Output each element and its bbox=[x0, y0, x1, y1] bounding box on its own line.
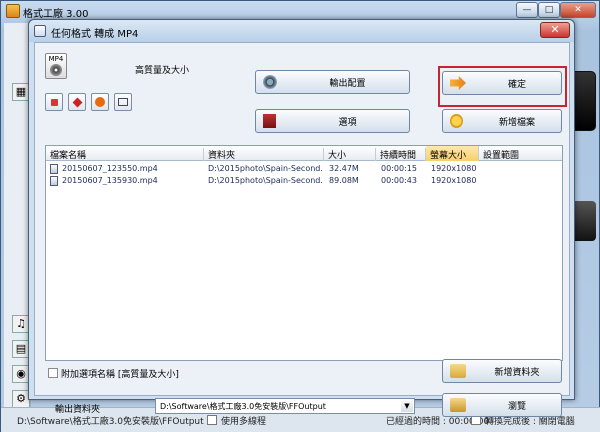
ok-label: 確定 bbox=[507, 79, 526, 90]
add-folder-button[interactable]: 新增資料夾 bbox=[442, 359, 562, 383]
multithread-checkbox[interactable] bbox=[207, 415, 217, 425]
dialog-body: MP4 高質量及大小 輸出配置 確定 選項 新增檔案 檔案名稱 資料夾 大小 持… bbox=[34, 42, 570, 417]
cell-size: 32.47M bbox=[329, 164, 359, 173]
maximize-button[interactable]: □ bbox=[538, 2, 560, 18]
cell-duration: 00:00:43 bbox=[381, 176, 417, 185]
category-sidebar: ▦ ♫ ▤ ◉ ⚙ bbox=[4, 23, 31, 408]
add-folder-label: 新增資料夾 bbox=[494, 367, 540, 378]
close-button[interactable]: ✕ bbox=[560, 2, 596, 18]
ok-button[interactable]: 確定 bbox=[442, 71, 562, 95]
output-folder-value: D:\Software\格式工廠3.0免安裝版\FFOutput bbox=[160, 402, 326, 411]
info-icon bbox=[118, 98, 128, 106]
mp4-format-icon: MP4 bbox=[45, 53, 67, 79]
cell-duration: 00:00:15 bbox=[381, 164, 417, 173]
options-label: 選項 bbox=[338, 117, 357, 128]
app-icon bbox=[6, 4, 20, 18]
col-header-filename[interactable]: 檔案名稱 bbox=[46, 148, 204, 161]
col-header-size[interactable]: 大小 bbox=[324, 148, 376, 161]
convert-dialog: 任何格式 轉成 MP4 ✕ MP4 高質量及大小 輸出配置 確定 選項 新增檔案 bbox=[28, 19, 575, 417]
cell-folder: D:\2015photo\Spain-Second... bbox=[208, 164, 322, 173]
minimize-button[interactable]: — bbox=[516, 2, 538, 18]
table-row[interactable]: 20150607_123550.mp4 D:\2015photo\Spain-S… bbox=[46, 163, 562, 175]
cell-screen-size: 1920x1080 bbox=[431, 164, 477, 173]
output-config-icon bbox=[263, 75, 277, 89]
disc-icon bbox=[50, 64, 62, 76]
col-header-screen-size[interactable]: 螢幕大小 bbox=[426, 146, 479, 161]
append-option-checkbox[interactable] bbox=[48, 368, 58, 378]
append-option-label: 附加選項名稱 [高質量及大小] bbox=[61, 370, 179, 380]
col-header-duration[interactable]: 持續時間 bbox=[376, 148, 426, 161]
dialog-close-button[interactable]: ✕ bbox=[540, 22, 570, 38]
multithread-label: 使用多線程 bbox=[221, 417, 267, 427]
play-button[interactable] bbox=[91, 93, 109, 111]
clear-icon bbox=[72, 97, 83, 108]
col-header-range[interactable]: 設置範圍 bbox=[479, 148, 562, 161]
output-folder-select[interactable]: D:\Software\格式工廠3.0免安裝版\FFOutput ▼ bbox=[155, 398, 415, 414]
video-file-icon bbox=[50, 176, 58, 186]
browse-label: 瀏覽 bbox=[507, 401, 526, 412]
remove-icon bbox=[51, 99, 58, 106]
main-window-title: 格式工廠 3.00 bbox=[23, 9, 89, 20]
cell-folder: D:\2015photo\Spain-Second... bbox=[208, 176, 322, 185]
dialog-titlebar: 任何格式 轉成 MP4 ✕ bbox=[29, 20, 574, 42]
ok-arrow-icon bbox=[450, 76, 466, 90]
file-list-table[interactable]: 檔案名稱 資料夾 大小 持續時間 螢幕大小 設置範圍 20150607_1235… bbox=[45, 145, 563, 361]
main-titlebar: 格式工廠 3.00 — □ ✕ bbox=[1, 1, 600, 21]
video-file-icon bbox=[50, 164, 58, 174]
cell-size: 89.08M bbox=[329, 176, 359, 185]
table-header: 檔案名稱 資料夾 大小 持續時間 螢幕大小 設置範圍 bbox=[46, 146, 562, 161]
chevron-down-icon[interactable]: ▼ bbox=[401, 400, 413, 412]
output-config-button[interactable]: 輸出配置 bbox=[255, 70, 410, 94]
browse-button[interactable]: 瀏覽 bbox=[442, 393, 562, 417]
clear-list-button[interactable] bbox=[68, 93, 86, 111]
add-folder-icon bbox=[450, 364, 466, 378]
play-icon bbox=[95, 97, 105, 107]
remove-file-button[interactable] bbox=[45, 93, 63, 111]
dialog-icon bbox=[34, 25, 46, 37]
options-button[interactable]: 選項 bbox=[255, 109, 410, 133]
status-output-path: D:\Software\格式工廠3.0免安裝版\FFOutput bbox=[17, 417, 204, 427]
cell-filename: 20150607_135930.mp4 bbox=[62, 176, 158, 185]
cell-screen-size: 1920x1080 bbox=[431, 176, 477, 185]
browse-folder-icon bbox=[450, 398, 466, 412]
output-folder-label: 輸出資料夾 bbox=[55, 405, 101, 415]
options-icon bbox=[263, 114, 276, 128]
add-file-icon bbox=[450, 114, 463, 128]
col-header-folder[interactable]: 資料夾 bbox=[204, 148, 324, 161]
output-config-label: 輸出配置 bbox=[329, 78, 366, 89]
add-file-button[interactable]: 新增檔案 bbox=[442, 109, 562, 133]
cell-filename: 20150607_123550.mp4 bbox=[62, 164, 158, 173]
format-icon-text: MP4 bbox=[48, 55, 64, 63]
quality-label: 高質量及大小 bbox=[135, 66, 190, 76]
media-info-button[interactable] bbox=[114, 93, 132, 111]
dialog-title: 任何格式 轉成 MP4 bbox=[51, 29, 139, 40]
add-file-label: 新增檔案 bbox=[498, 117, 535, 128]
table-row[interactable]: 20150607_135930.mp4 D:\2015photo\Spain-S… bbox=[46, 175, 562, 187]
